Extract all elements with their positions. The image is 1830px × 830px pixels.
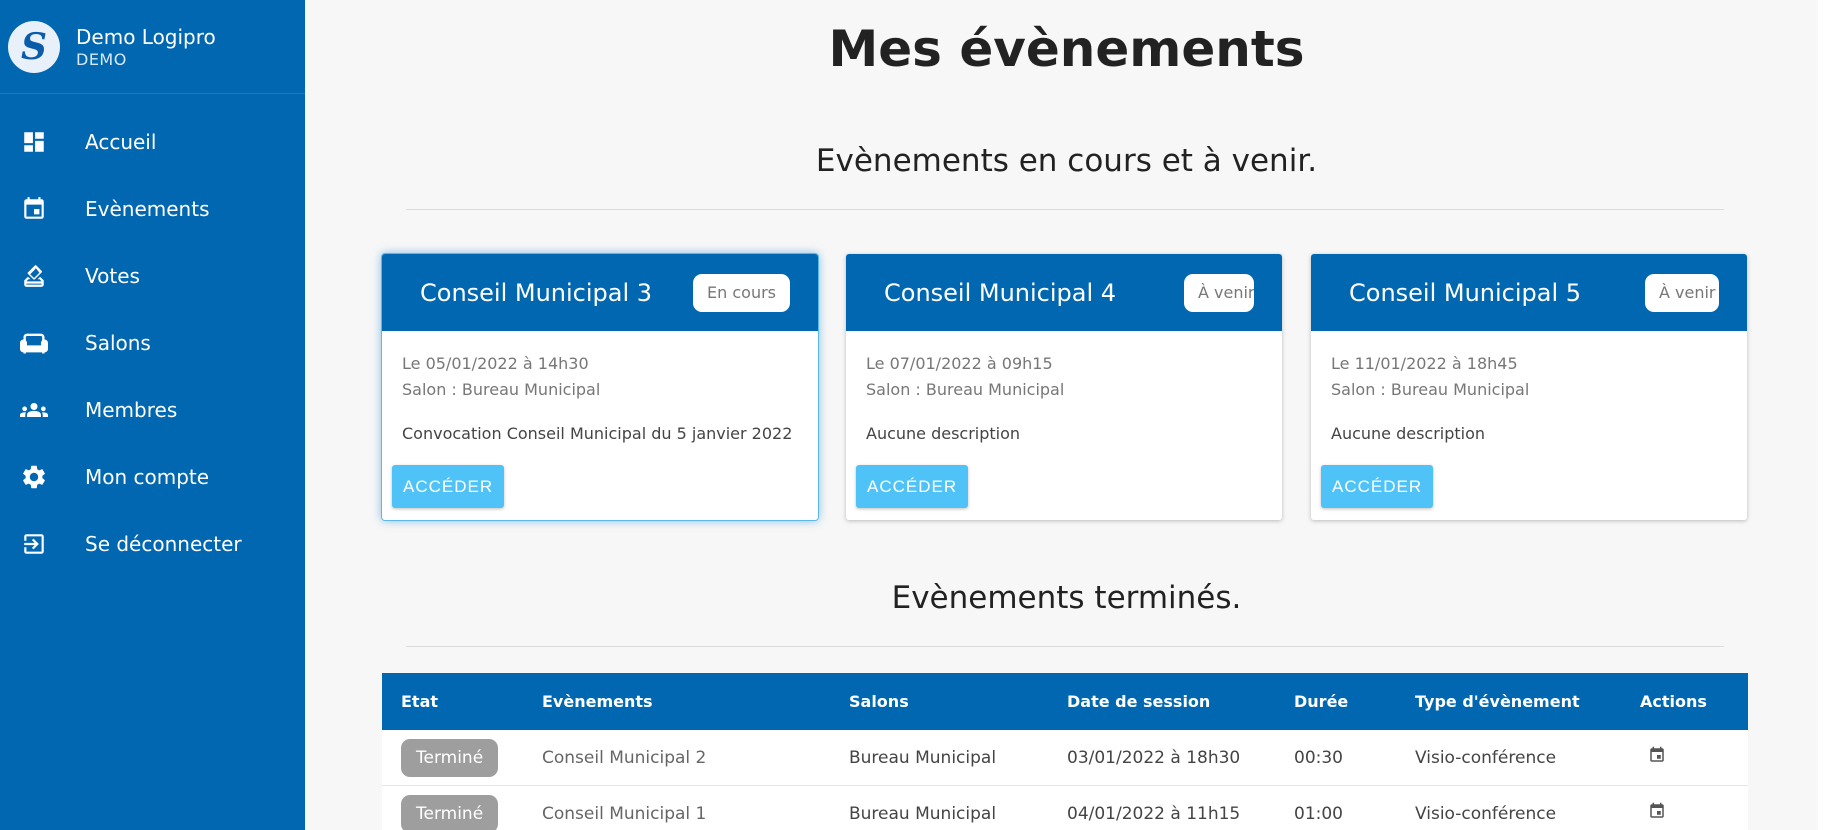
duration-cell: 00:30 [1294,747,1343,768]
card-header: Conseil Municipal 3 En cours [382,254,818,331]
event-salon: Salon : Bureau Municipal [402,380,601,399]
column-header-actions: Actions [1640,692,1707,711]
sidebar-item-evenements[interactable]: Evènements [0,175,305,242]
column-header-type[interactable]: Type d'évènement [1415,692,1640,711]
event-name-cell: Conseil Municipal 1 [542,803,707,824]
sidebar-item-accueil[interactable]: Accueil [0,108,305,175]
dashboard-icon [19,127,49,157]
type-cell: Visio-conférence [1415,747,1557,768]
card-title: Conseil Municipal 3 [420,278,653,307]
access-button[interactable]: ACCÉDER [856,465,969,508]
event-name-cell: Conseil Municipal 2 [542,747,707,768]
logo-letter: S [21,25,47,68]
column-header-duree[interactable]: Durée [1294,692,1415,711]
event-salon: Salon : Bureau Municipal [866,380,1065,399]
event-card: Conseil Municipal 5 À venir Le 11/01/202… [1311,254,1747,520]
upcoming-section-title: Evènements en cours et à venir. [815,143,1318,179]
divider [406,209,1724,210]
status-badge: En cours [693,273,790,312]
calendar-icon [19,194,49,224]
sidebar-nav: Accueil Evènements Votes Salons Membres [0,94,305,577]
card-header: Conseil Municipal 4 À venir [846,254,1282,331]
brand: S Demo Logipro DEMO [0,0,305,94]
salon-cell: Bureau Municipal [849,747,997,768]
sidebar-item-mon-compte[interactable]: Mon compte [0,443,305,510]
salon-cell: Bureau Municipal [849,803,997,824]
logout-icon [19,529,49,559]
divider [406,646,1724,647]
status-badge: Terminé [401,738,499,777]
event-date: Le 07/01/2022 à 09h15 [866,354,1053,373]
access-button[interactable]: ACCÉDER [392,465,505,508]
page-title: Mes évènements [828,20,1305,78]
logo: S [8,20,60,73]
sidebar-item-label: Mon compte [85,464,210,489]
sidebar: S Demo Logipro DEMO Accueil Evènements V… [0,0,305,830]
table-header: Etat Evènements Salons Date de session D… [382,673,1748,730]
card-header: Conseil Municipal 5 À venir [1311,254,1747,331]
status-badge: À venir [1645,273,1719,312]
sidebar-item-label: Membres [85,397,178,422]
access-button[interactable]: ACCÉDER [1321,465,1434,508]
events-table: Etat Evènements Salons Date de session D… [382,673,1748,830]
column-header-evenements[interactable]: Evènements [542,692,849,711]
main-content: Mes évènements Evènements en cours et à … [305,0,1828,830]
card-title: Conseil Municipal 4 [884,278,1117,307]
date-cell: 03/01/2022 à 18h30 [1067,747,1241,768]
calendar-icon[interactable] [1640,746,1740,769]
column-header-salons[interactable]: Salons [849,692,1067,711]
table-row: Terminé Conseil Municipal 2 Bureau Munic… [382,730,1748,786]
status-badge: À venir [1184,273,1254,312]
calendar-icon[interactable] [1640,802,1740,825]
event-card: Conseil Municipal 4 À venir Le 07/01/202… [846,254,1282,520]
event-date: Le 05/01/2022 à 14h30 [402,354,589,373]
duration-cell: 01:00 [1294,803,1343,824]
sidebar-item-votes[interactable]: Votes [0,242,305,309]
table-row: Terminé Conseil Municipal 1 Bureau Munic… [382,786,1748,830]
event-card: Conseil Municipal 3 En cours Le 05/01/20… [382,254,818,520]
finished-section-title: Evènements terminés. [891,580,1242,616]
gear-icon [19,462,49,492]
type-cell: Visio-conférence [1415,803,1557,824]
event-description: Convocation Conseil Municipal du 5 janvi… [402,424,793,443]
sidebar-item-label: Se déconnecter [85,531,242,556]
sidebar-item-label: Evènements [85,196,210,221]
event-description: Aucune description [866,424,1021,443]
sidebar-item-label: Votes [85,263,140,288]
sidebar-item-label: Salons [85,330,151,355]
brand-subtitle: DEMO [76,50,127,69]
column-header-etat[interactable]: Etat [382,692,542,711]
event-salon: Salon : Bureau Municipal [1331,380,1530,399]
sidebar-item-salons[interactable]: Salons [0,309,305,376]
couch-icon [19,328,49,358]
column-header-date[interactable]: Date de session [1067,692,1294,711]
scrollbar[interactable] [1818,0,1830,830]
event-description: Aucune description [1331,424,1486,443]
status-badge: Terminé [401,794,499,830]
group-icon [19,395,49,425]
brand-name: Demo Logipro [76,25,216,49]
event-date: Le 11/01/2022 à 18h45 [1331,354,1518,373]
card-title: Conseil Municipal 5 [1349,278,1582,307]
ballot-box-icon [19,261,49,291]
sidebar-item-se-deconnecter[interactable]: Se déconnecter [0,510,305,577]
sidebar-item-membres[interactable]: Membres [0,376,305,443]
sidebar-item-label: Accueil [85,129,157,154]
date-cell: 04/01/2022 à 11h15 [1067,803,1241,824]
